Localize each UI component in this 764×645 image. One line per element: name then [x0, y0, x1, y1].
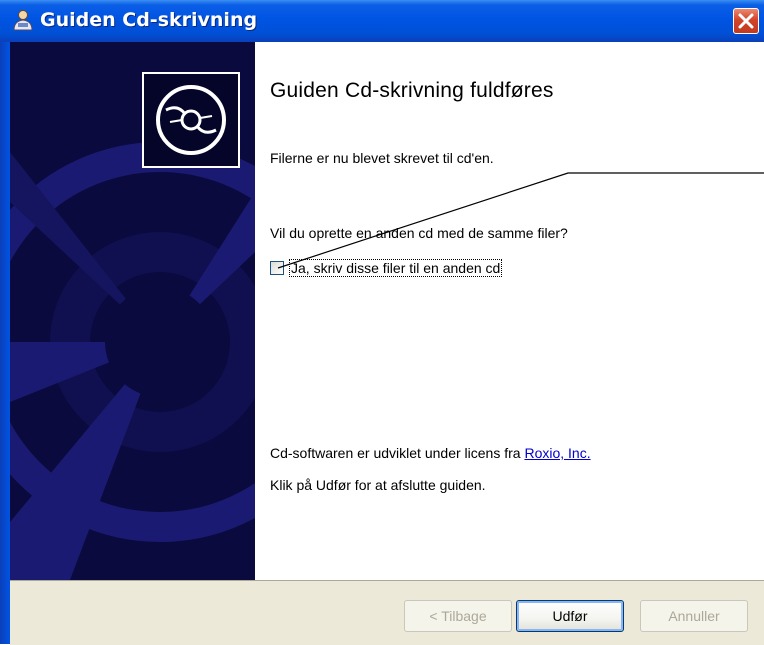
- cd-disc-icon: [156, 85, 226, 155]
- roxio-link[interactable]: Roxio, Inc.: [524, 445, 590, 461]
- written-message: Filerne er nu blevet skrevet til cd'en.: [270, 150, 494, 166]
- license-line: Cd-softwaren er udviklet under licens fr…: [270, 445, 591, 461]
- cancel-button[interactable]: Annuller: [640, 600, 748, 632]
- title-bar[interactable]: Guiden Cd-skrivning: [0, 0, 764, 43]
- license-text: Cd-softwaren er udviklet under licens fr…: [270, 445, 521, 461]
- wizard-window: Guiden Cd-skrivning Guiden Cd-skrivning …: [0, 0, 764, 645]
- window-title: Guiden Cd-skrivning: [40, 9, 258, 31]
- finish-button[interactable]: Udfør: [516, 600, 624, 632]
- cd-writer-icon: [12, 9, 34, 31]
- window-frame-left: [0, 42, 10, 644]
- copy-again-checkbox[interactable]: [270, 261, 284, 275]
- close-button[interactable]: [733, 8, 759, 34]
- page-title: Guiden Cd-skrivning fuldføres: [270, 79, 554, 102]
- wizard-content: [255, 42, 764, 580]
- copy-again-checkbox-label[interactable]: Ja, skriv disse filer til en anden cd: [288, 259, 503, 277]
- wizard-sidebar: [10, 42, 255, 580]
- back-button[interactable]: < Tilbage: [404, 600, 512, 632]
- cd-disc-icon-box: [142, 72, 240, 168]
- close-icon: [738, 13, 754, 29]
- finish-instruction: Klik på Udfør for at afslutte guiden.: [270, 477, 486, 493]
- copy-question: Vil du oprette en anden cd med de samme …: [270, 225, 568, 241]
